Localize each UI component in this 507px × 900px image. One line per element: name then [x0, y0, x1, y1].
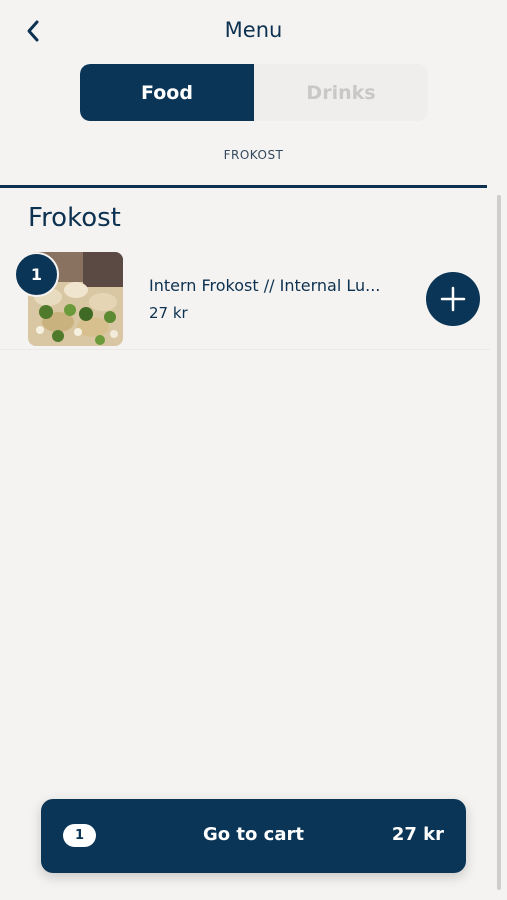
- category-switch: Food Drinks: [80, 64, 428, 121]
- top-bar: Menu: [0, 0, 507, 62]
- go-to-cart-button[interactable]: 1 Go to cart 27 kr: [41, 799, 466, 873]
- divider: [0, 185, 487, 188]
- item-name: Intern Frokost // Internal Lu...: [149, 276, 381, 295]
- add-item-button[interactable]: [426, 272, 480, 326]
- section-title: Frokost: [28, 203, 121, 233]
- page-title: Menu: [224, 18, 283, 42]
- menu-item[interactable]: 1 Intern Frokost // Internal Lu... 27 kr: [0, 240, 490, 350]
- plus-icon: [440, 286, 466, 312]
- scrollbar[interactable]: [497, 195, 501, 890]
- tab-drinks[interactable]: Drinks: [254, 64, 428, 121]
- item-quantity-badge: 1: [14, 252, 59, 297]
- subcategory-tab-frokost[interactable]: FROKOST: [0, 148, 507, 162]
- scrollbar-thumb[interactable]: [497, 195, 501, 890]
- tab-food[interactable]: Food: [80, 64, 254, 121]
- item-price: 27 kr: [149, 304, 188, 322]
- cart-total: 27 kr: [391, 824, 444, 845]
